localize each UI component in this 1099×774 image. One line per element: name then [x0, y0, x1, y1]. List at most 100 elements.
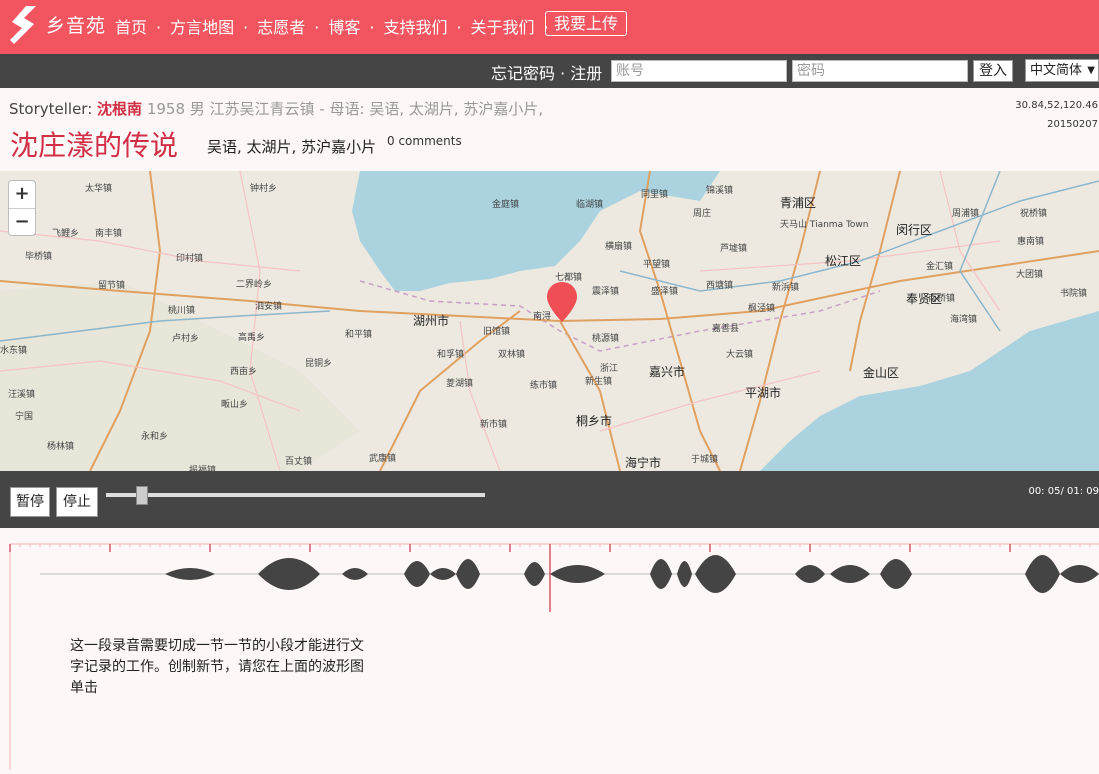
map-label: 芦墟镇 — [720, 242, 747, 254]
password-input[interactable]: 密码 — [792, 60, 968, 82]
waveform-segment — [1060, 565, 1099, 583]
brand-name[interactable]: 乡音苑 — [46, 11, 106, 38]
map-label: 桃川镇 — [168, 304, 195, 316]
map-label: 松江区 — [825, 254, 861, 268]
waveform-segment — [550, 565, 605, 583]
waveform-shape — [40, 555, 1099, 593]
map-label: 震泽镇 — [592, 285, 619, 297]
map-marker-icon[interactable] — [545, 281, 579, 323]
map-label: 南丰镇 — [95, 227, 122, 239]
map-label: 南桥镇 — [928, 292, 955, 304]
map-label: 天马山 Tianma Town — [780, 219, 868, 230]
coordinates: 30.84,52,120.46 20150207 — [1015, 96, 1098, 134]
logo-icon[interactable] — [8, 4, 38, 46]
map-label: 报福镇 — [189, 464, 216, 471]
map-label: 周庄 — [693, 207, 711, 219]
waveform-segment — [165, 568, 215, 580]
record-date: 20150207 — [1047, 119, 1098, 130]
zoom-out-button[interactable]: − — [9, 208, 35, 235]
map-label: 平湖市 — [745, 385, 781, 400]
map-label: 留节镇 — [98, 279, 125, 291]
nav-item-about[interactable]: 关于我们 — [471, 18, 535, 37]
coordinates-value: 30.84,52,120.46 — [1015, 100, 1098, 111]
map-label: 卢村乡 — [172, 332, 199, 344]
zoom-control: + − — [8, 180, 36, 236]
account-input[interactable]: 账号 — [611, 60, 787, 82]
map-label: 旧馆镇 — [483, 325, 510, 337]
waveform-segment — [524, 562, 545, 586]
map-label: 西塘镇 — [706, 279, 733, 291]
nav-separator: · — [243, 18, 249, 37]
progress-thumb[interactable] — [136, 486, 148, 505]
map-label: 水东镇 — [0, 344, 27, 356]
login-button[interactable]: 登入 — [973, 60, 1013, 82]
map-label: 盛泽镇 — [651, 285, 678, 297]
map-label: 杨林镇 — [47, 440, 74, 452]
map-label: 锦溪镇 — [706, 184, 733, 196]
map-label: 练市镇 — [530, 379, 557, 391]
pause-button[interactable]: 暂停 — [10, 487, 50, 517]
dropdown-arrow-icon: ▼ — [1087, 65, 1095, 76]
audio-player — [0, 471, 1099, 528]
map-label: 宁国 — [15, 410, 33, 422]
map-label: 武康镇 — [369, 452, 396, 464]
comments-link[interactable]: 0 comments — [387, 134, 462, 148]
waveform-segment — [830, 565, 870, 583]
waveform-segment — [677, 561, 692, 587]
language-select[interactable]: 中文简体 ▼ — [1025, 59, 1099, 82]
forgot-register-link[interactable]: 忘记密码 · 注册 — [491, 60, 602, 84]
map-label: 金庭镇 — [492, 198, 519, 210]
nav-item-dialect-map[interactable]: 方言地图 — [170, 18, 234, 37]
nav-separator: · — [456, 18, 462, 37]
waveform-segment — [342, 568, 368, 580]
waveform-segment — [404, 561, 430, 587]
map-label: 临湖镇 — [576, 198, 603, 210]
waveform-segment — [430, 568, 456, 580]
upload-button[interactable]: 我要上传 — [545, 11, 628, 36]
map-label: 二界岭乡 — [236, 278, 272, 290]
storyteller-details: 1958 男 江苏吴江青云镇 - 母语: 吴语, 太湖片, 苏沪嘉小片, — [146, 100, 544, 118]
map-label: 印村镇 — [176, 252, 203, 264]
map-label: 双林镇 — [498, 348, 525, 360]
map-label: 和孚镇 — [437, 348, 464, 360]
storyteller-name[interactable]: 沈根南 — [97, 100, 142, 118]
top-nav: 乡音苑 首页 · 方言地图 · 志愿者 · 博客 · 支持我们 · 关于我们 · 我要上传 — [0, 0, 1099, 54]
story-info: Storyteller: 沈根南 1958 男 江苏吴江青云镇 - 母语: 吴语… — [0, 88, 1099, 171]
progress-track[interactable] — [106, 493, 485, 497]
map-label: 大云镇 — [726, 348, 753, 360]
nav-separator: · — [156, 18, 162, 37]
time-display: 00: 05/ 01: 09 — [1028, 486, 1099, 497]
nav-item-support[interactable]: 支持我们 — [383, 18, 447, 37]
lake — [438, 265, 462, 277]
map-label: 桐乡市 — [576, 413, 612, 428]
nav-links: 首页 · 方言地图 · 志愿者 · 博客 · 支持我们 · 关于我们 · — [115, 14, 558, 38]
map-label: 闵行区 — [896, 222, 932, 237]
map-label: 同里镇 — [641, 188, 668, 200]
nav-item-volunteers[interactable]: 志愿者 — [257, 18, 305, 37]
map-label: 新浜镇 — [772, 281, 799, 293]
nav-item-blog[interactable]: 博客 — [328, 18, 360, 37]
stop-button[interactable]: 停止 — [56, 487, 98, 517]
map-label: 平望镇 — [643, 258, 670, 270]
story-title: 沈庄漾的传说 — [10, 129, 179, 162]
map-label: 惠南镇 — [1017, 235, 1044, 247]
map-label: 和平镇 — [345, 328, 372, 340]
map-label: 新市镇 — [480, 418, 507, 430]
map-label: 嘉善县 — [712, 322, 739, 334]
nav-separator: · — [369, 18, 375, 37]
map-label: 横扇镇 — [605, 240, 632, 252]
map-label: 钟村乡 — [250, 182, 277, 194]
map-label: 汪溪镇 — [8, 388, 35, 400]
zoom-in-button[interactable]: + — [9, 181, 35, 208]
map-label: 飞鲤乡 — [52, 227, 79, 239]
nav-separator: · — [314, 18, 320, 37]
map-label: 畈山乡 — [221, 398, 248, 410]
storyteller-line: Storyteller: 沈根南 1958 男 江苏吴江青云镇 - 母语: 吴语… — [9, 98, 543, 119]
map-label: 海湾镇 — [950, 313, 977, 325]
waveform-segment — [795, 565, 825, 583]
lake — [505, 204, 585, 248]
map-label: 嘉兴市 — [649, 364, 685, 379]
map-label: 永和乡 — [141, 430, 168, 442]
nav-item-home[interactable]: 首页 — [115, 18, 147, 37]
language-value: 中文简体 — [1030, 63, 1083, 78]
